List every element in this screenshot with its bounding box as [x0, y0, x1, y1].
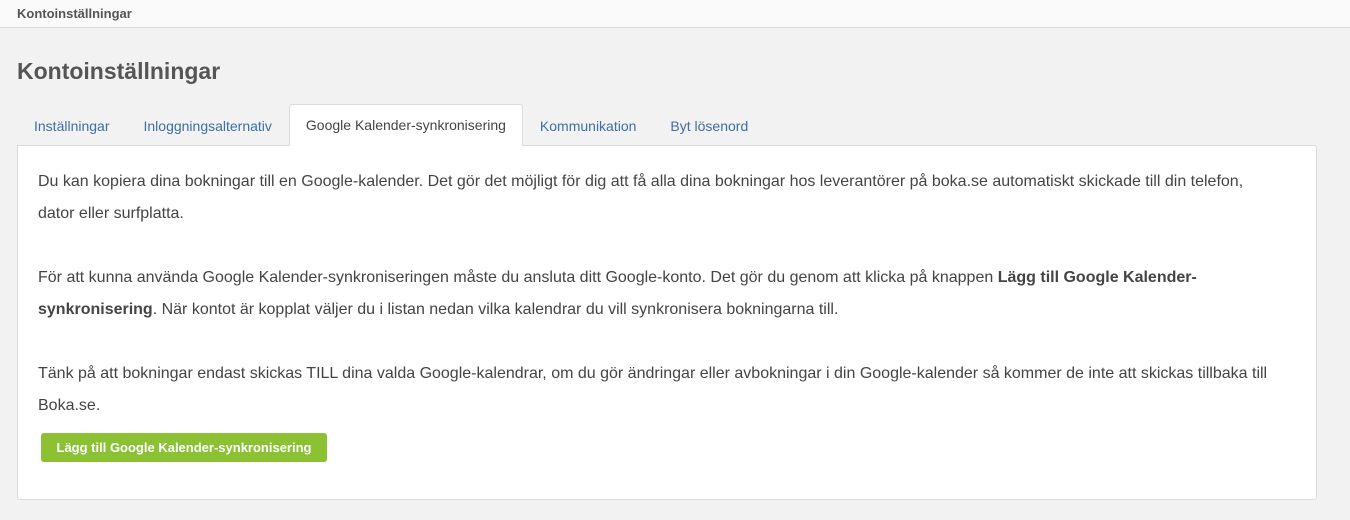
tab-bar: Inställningar Inloggningsalternativ Goog… — [17, 104, 765, 146]
tab-panel: Du kan kopiera dina bokningar till en Go… — [17, 145, 1317, 500]
instructions-text-start: För att kunna använda Google Kalender-sy… — [38, 269, 998, 286]
notice-paragraph: Tänk på att bokningar endast skickas TIL… — [38, 365, 1268, 414]
breadcrumb: Kontoinställningar — [17, 6, 132, 21]
add-google-calendar-sync-button[interactable]: Lägg till Google Kalender-synkronisering — [41, 433, 327, 462]
instructions-text-end: . När kontot är kopplat väljer du i list… — [152, 301, 839, 318]
page-title: Kontoinställningar — [17, 58, 221, 84]
intro-paragraph: Du kan kopiera dina bokningar till en Go… — [38, 173, 1244, 222]
instructions-paragraph: För att kunna använda Google Kalender-sy… — [38, 262, 1268, 326]
top-bar: Kontoinställningar — [0, 0, 1350, 28]
tab-installningar[interactable]: Inställningar — [17, 105, 127, 146]
tab-google-kalender-synkronisering[interactable]: Google Kalender-synkronisering — [288, 104, 523, 146]
tab-byt-losenord[interactable]: Byt lösenord — [653, 105, 765, 146]
tab-kommunikation[interactable]: Kommunikation — [523, 105, 654, 146]
tab-inloggningsalternativ[interactable]: Inloggningsalternativ — [127, 105, 289, 146]
